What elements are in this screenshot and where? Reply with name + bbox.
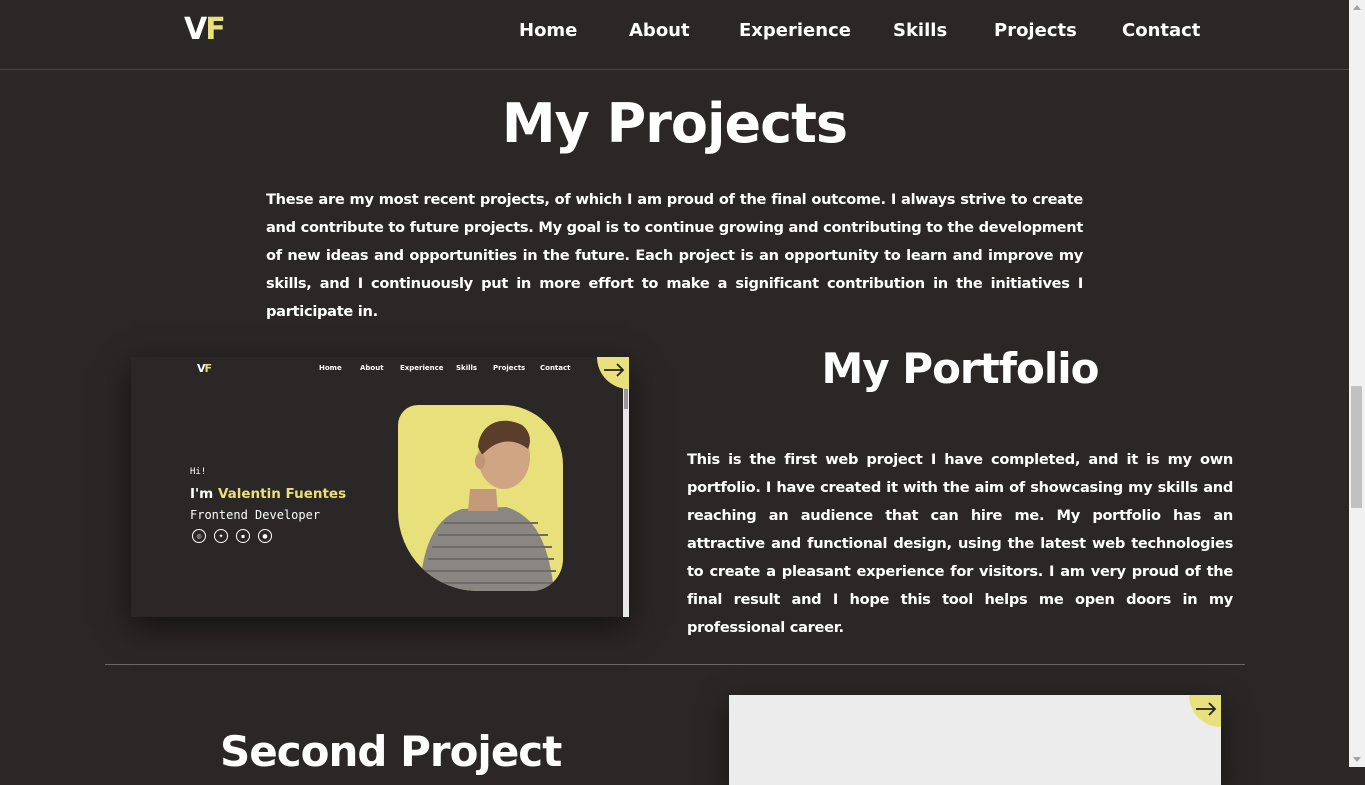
project-title: Second Project — [220, 727, 562, 776]
nav-contact[interactable]: Contact — [1122, 20, 1200, 41]
linkedin-icon: ▪ — [236, 529, 250, 543]
person-illustration — [420, 420, 558, 591]
site-header: VF Home About Experience Skills Projects… — [0, 0, 1349, 70]
profile-photo — [398, 405, 563, 591]
project-title: My Portfolio — [821, 344, 1100, 393]
preview-nav-home: Home — [319, 364, 342, 372]
page-title: My Projects — [501, 92, 848, 155]
preview-nav-projects: Projects — [493, 364, 526, 372]
preview-nav-experience: Experience — [400, 364, 444, 372]
second-project-preview-image[interactable] — [729, 695, 1221, 785]
nav-skills[interactable]: Skills — [893, 20, 947, 41]
twitter-icon: ✦ — [214, 529, 228, 543]
project-description: This is the first web project I have com… — [687, 451, 1233, 636]
nav-about[interactable]: About — [629, 20, 690, 41]
preview-name: I'm Valentin Fuentes — [190, 486, 347, 502]
nav-home[interactable]: Home — [519, 20, 577, 41]
portfolio-preview-image[interactable]: VF Home About Experience Skills Projects… — [131, 357, 629, 617]
nav-projects[interactable]: Projects — [994, 20, 1077, 41]
main-nav: Home About Experience Skills Projects Co… — [0, 20, 1349, 46]
section-divider — [105, 664, 1245, 665]
preview-greeting: Hi! — [190, 467, 207, 477]
scroll-up-arrow-icon[interactable] — [1353, 5, 1361, 10]
nav-experience[interactable]: Experience — [739, 20, 851, 41]
arrow-right-icon — [604, 363, 625, 377]
preview-nav-skills: Skills — [456, 364, 478, 372]
preview-scrollbar — [623, 357, 629, 617]
scroll-down-arrow-icon[interactable] — [1353, 757, 1361, 762]
instagram-icon: ◎ — [192, 529, 206, 543]
github-icon: ● — [258, 529, 272, 543]
preview-nav-about: About — [360, 364, 384, 372]
preview-logo: VF — [197, 362, 212, 375]
page-scrollbar[interactable] — [1349, 0, 1365, 767]
scrollbar-thumb[interactable] — [1351, 386, 1362, 508]
preview-nav-contact: Contact — [540, 364, 571, 372]
arrow-right-icon — [1196, 702, 1217, 716]
preview-role: Frontend Developer — [190, 508, 321, 522]
projects-intro: These are my most recent projects, of wh… — [266, 191, 1083, 320]
